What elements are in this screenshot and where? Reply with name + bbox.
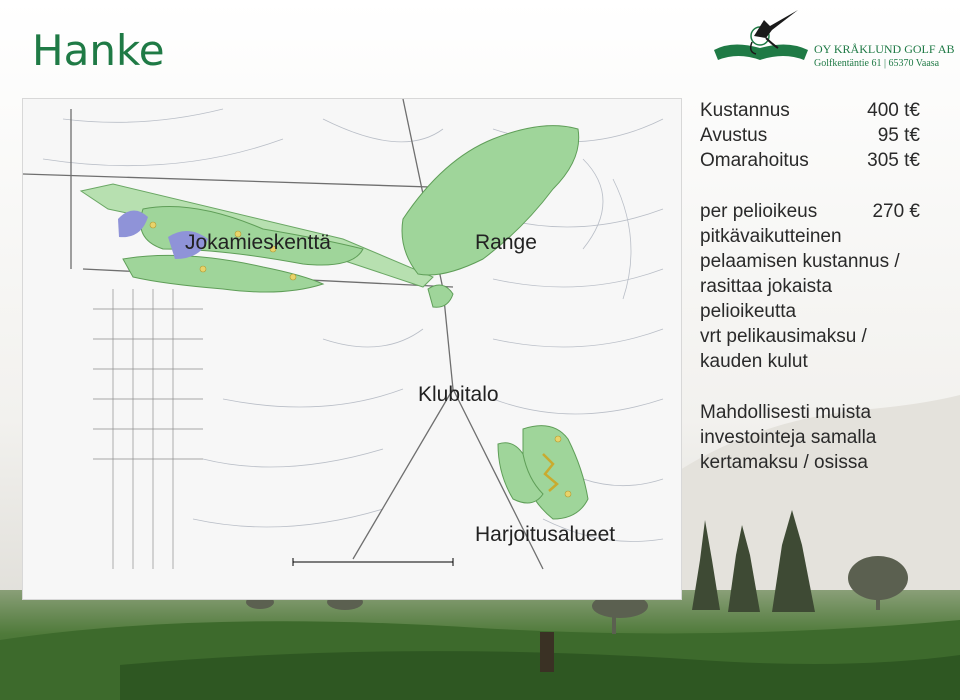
per-player-line: pelioikeutta xyxy=(700,301,797,322)
map-label-range: Range xyxy=(475,231,537,254)
finance-value: 95 t€ xyxy=(877,125,920,146)
map-label-harjoitusalueet: Harjoitusalueet xyxy=(475,523,616,546)
finance-row: Avustus 95 t€ xyxy=(700,123,950,148)
map-label-jokamieskentta: Jokamieskenttä xyxy=(185,231,331,254)
map-label-klubitalo: Klubitalo xyxy=(418,383,499,406)
finance-label: Omarahoitus xyxy=(700,150,809,171)
club-address: Golfkentäntie 61 | 65370 Vaasa xyxy=(814,58,940,69)
per-player-value: 270 € xyxy=(872,201,920,222)
finance-label: Kustannus xyxy=(700,100,790,121)
club-name: OY KRÅKLUND GOLF AB xyxy=(814,42,955,56)
other-investment-line: kertamaksu / osissa xyxy=(700,452,868,473)
other-investment-line: Mahdollisesti muista xyxy=(700,402,872,423)
per-player-line: kauden kulut xyxy=(700,351,808,372)
finance-row: Kustannus 400 t€ xyxy=(700,98,950,123)
per-player-line: pitkävaikutteinen xyxy=(700,226,842,247)
slide-title: Hanke xyxy=(32,26,165,75)
finance-row: Omarahoitus 305 t€ xyxy=(700,148,950,173)
finance-value: 305 t€ xyxy=(867,150,920,171)
per-player-line: pelaamisen kustannus / xyxy=(700,251,900,272)
per-player-line: rasittaa jokaista xyxy=(700,276,833,297)
per-player-line: vrt pelikausimaksu / xyxy=(700,326,867,347)
per-player-label: per pelioikeus xyxy=(700,201,818,222)
financing-panel: Kustannus 400 t€ Avustus 95 t€ Omarahoit… xyxy=(700,98,950,475)
club-emblem-icon xyxy=(714,10,808,60)
per-player-row: per pelioikeus 270 € xyxy=(700,199,950,224)
club-logo: OY KRÅKLUND GOLF AB Golfkentäntie 61 | 6… xyxy=(712,8,955,69)
finance-label: Avustus xyxy=(700,125,768,146)
finance-value: 400 t€ xyxy=(867,100,920,121)
other-investment-line: investointeja samalla xyxy=(700,427,877,448)
course-map: Jokamieskenttä Range Klubitalo Harjoitus… xyxy=(22,98,682,600)
